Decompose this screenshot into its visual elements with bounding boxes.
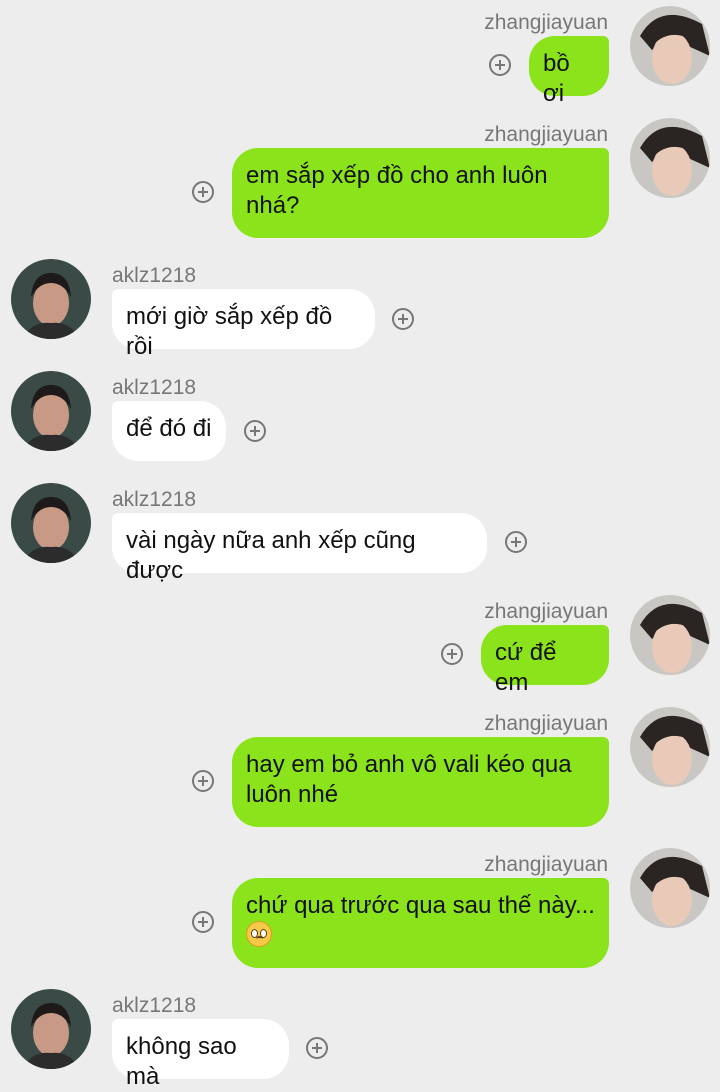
add-reaction-icon[interactable] [192,770,214,792]
add-reaction-icon[interactable] [392,308,414,330]
avatar[interactable] [630,6,710,86]
add-reaction-icon[interactable] [244,420,266,442]
avatar-image [11,371,91,451]
message-text: em sắp xếp đồ cho anh luôn nhá? [246,162,548,219]
message-bubble[interactable]: em sắp xếp đồ cho anh luôn nhá? [232,148,609,238]
message-text: để đó đi [126,415,212,442]
add-reaction-icon[interactable] [306,1037,328,1059]
message-text: cứ để em [495,639,557,696]
message-bubble[interactable]: chứ qua trước qua sau thế này... [232,878,609,968]
avatar-image [630,707,710,787]
add-reaction-icon[interactable] [192,181,214,203]
avatar[interactable] [630,707,710,787]
add-reaction-icon[interactable] [489,54,511,76]
add-reaction-icon[interactable] [192,911,214,933]
pleading-face-emoji [246,921,272,947]
avatar-image [630,118,710,198]
message-bubble[interactable]: vài ngày nữa anh xếp cũng được [112,513,487,584]
avatar-image [630,6,710,86]
avatar[interactable] [11,259,91,339]
message-bubble[interactable]: cứ để em [481,625,609,696]
sender-username: aklz1218 [112,488,197,511]
message-text: chứ qua trước qua sau thế này... [246,892,595,919]
sender-username: zhangjiayuan [484,11,608,34]
sender-username: zhangjiayuan [484,600,608,623]
message-bubble[interactable]: không sao mà [112,1019,289,1090]
avatar[interactable] [630,595,710,675]
avatar-image [630,848,710,928]
message-text: mới giờ sắp xếp đồ rồi [126,303,333,360]
sender-username: aklz1218 [112,994,197,1017]
avatar[interactable] [630,118,710,198]
add-reaction-icon[interactable] [441,643,463,665]
avatar-image [11,259,91,339]
message-text: vài ngày nữa anh xếp cũng được [126,527,416,584]
avatar-image [630,595,710,675]
message-bubble[interactable]: để đó đi [112,401,226,461]
sender-username: zhangjiayuan [484,712,608,735]
sender-username: aklz1218 [112,264,197,287]
avatar-image [11,483,91,563]
message-bubble[interactable]: mới giờ sắp xếp đồ rồi [112,289,375,360]
avatar[interactable] [11,989,91,1069]
avatar[interactable] [11,371,91,451]
avatar[interactable] [11,483,91,563]
sender-username: zhangjiayuan [484,853,608,876]
add-reaction-icon[interactable] [505,531,527,553]
message-text: hay em bỏ anh vô vali kéo qua luôn nhé [246,751,572,808]
sender-username: zhangjiayuan [484,123,608,146]
message-text: không sao mà [126,1033,237,1090]
avatar[interactable] [630,848,710,928]
message-bubble[interactable]: hay em bỏ anh vô vali kéo qua luôn nhé [232,737,609,827]
sender-username: aklz1218 [112,376,197,399]
message-text: bồ ơi [543,50,570,107]
avatar-image [11,989,91,1069]
message-bubble[interactable]: bồ ơi [529,36,609,107]
